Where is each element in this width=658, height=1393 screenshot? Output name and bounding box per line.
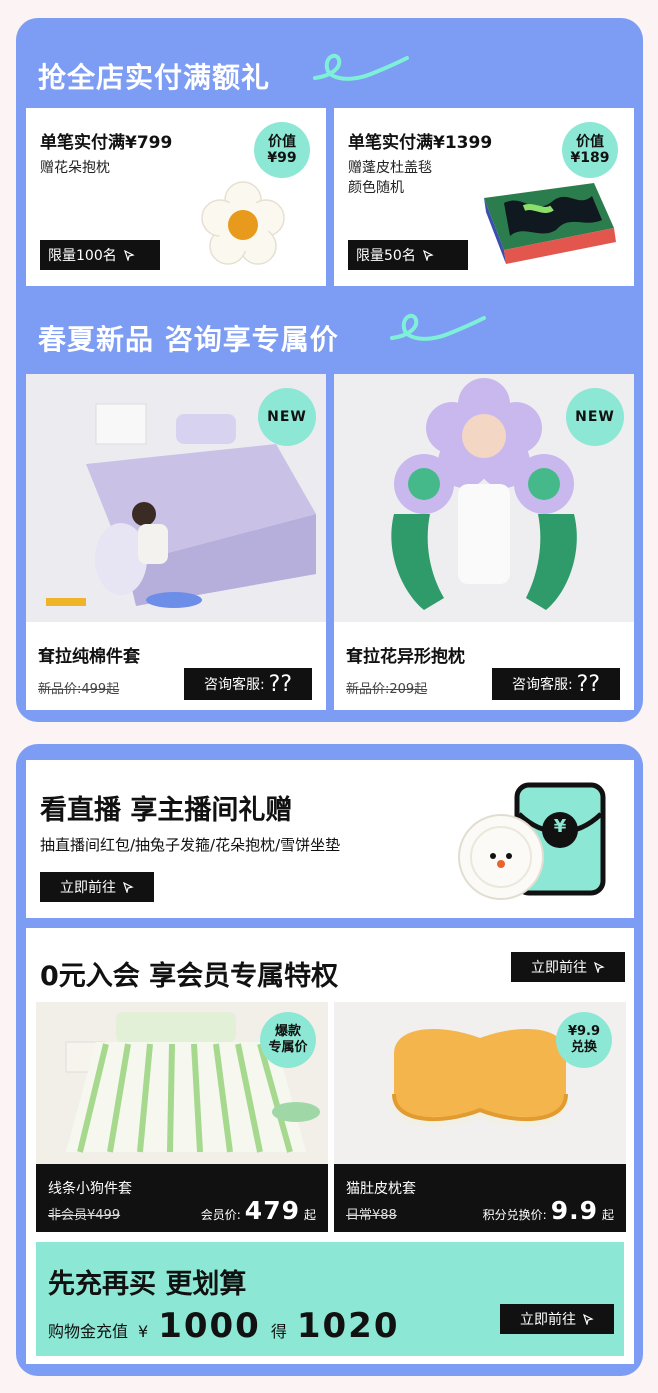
squiggle-decoration — [313, 53, 409, 81]
cursor-icon — [422, 249, 434, 261]
cursor-icon — [123, 249, 135, 261]
recharge-result: 1020 — [296, 1306, 400, 1346]
new-badge: NEW — [566, 388, 624, 446]
member-product-card-dog[interactable]: 爆款 专属价 线条小狗件套 非会员¥499 会员价: 479 起 — [36, 1002, 328, 1232]
gift-desc: 赠花朵抱枕 — [40, 160, 110, 176]
rice-cake-cushion-image — [458, 814, 544, 900]
member-price: 会员价: 479 起 — [200, 1196, 316, 1225]
product-name: 耷拉花异形抱枕 — [346, 647, 465, 667]
new-price-strike: 新品价:209起 — [346, 682, 428, 697]
cursor-icon — [582, 1313, 594, 1325]
product-name: 线条小狗件套 — [48, 1181, 132, 1197]
member-panel: 看直播 享主播间礼赠 抽直播间红包/抽兔子发箍/花朵抱枕/雪饼坐垫 立即前往 ¥… — [16, 744, 643, 1376]
member-go-button[interactable]: 立即前往 — [511, 952, 625, 982]
recharge-banner[interactable]: 先充再买 更划算 购物金充值 ¥ 1000 得 1020 立即前往 — [36, 1242, 624, 1356]
recharge-label: 购物金充值 — [48, 1322, 129, 1341]
gift-card-1399[interactable]: 单笔实付满¥1399 赠蓬皮杜盖毯 颜色随机 价值 ¥189 限量50名 — [334, 108, 634, 286]
live-title: 看直播 享主播间礼赠 — [40, 795, 293, 826]
recharge-amount: 1000 — [158, 1306, 261, 1346]
old-price: 非会员¥499 — [48, 1208, 121, 1223]
get-text: 得 — [270, 1322, 287, 1341]
points-price: 积分兑换价: 9.9 起 — [482, 1196, 614, 1225]
new-product-card-pillow[interactable]: NEW 耷拉花异形抱枕 新品价:209起 咨询客服:?? — [334, 374, 634, 710]
yen-symbol: ¥ — [553, 816, 567, 837]
member-title: 0元入会 享会员专属特权 — [40, 961, 339, 992]
cursor-icon — [593, 961, 605, 973]
gift-card-799[interactable]: 单笔实付满¥799 赠花朵抱枕 价值 ¥99 限量100名 — [26, 108, 326, 286]
blanket-image — [484, 183, 616, 264]
gift-desc: 赠蓬皮杜盖毯 颜色随机 — [348, 160, 432, 196]
consult-button[interactable]: 咨询客服:?? — [492, 668, 620, 700]
product-info-bar: 线条小狗件套 非会员¥499 会员价: 479 起 — [36, 1164, 328, 1232]
flower-pillow-image — [201, 181, 285, 265]
currency-symbol: ¥ — [138, 1322, 149, 1341]
live-go-button[interactable]: 立即前往 — [40, 872, 154, 902]
cursor-icon — [122, 881, 134, 893]
squiggle-decoration — [390, 313, 486, 341]
recharge-offer: 购物金充值 ¥ 1000 得 1020 — [48, 1306, 400, 1346]
new-badge: NEW — [258, 388, 316, 446]
hot-badge: 爆款 专属价 — [260, 1012, 316, 1068]
new-product-card-bedding[interactable]: NEW 耷拉纯棉件套 新品价:499起 咨询客服:?? — [26, 374, 326, 710]
gift-section-title: 抢全店实付满额礼 — [38, 61, 271, 94]
product-info-bar: 猫肚皮枕套 日常¥88 积分兑换价: 9.9 起 — [334, 1164, 626, 1232]
old-price: 日常¥88 — [346, 1208, 397, 1223]
member-product-card-pillowcase[interactable]: ¥9.9 兑换 猫肚皮枕套 日常¥88 积分兑换价: 9.9 起 — [334, 1002, 626, 1232]
value-badge: 价值 ¥99 — [254, 122, 310, 178]
new-price-strike: 新品价:499起 — [38, 682, 120, 697]
limit-button[interactable]: 限量100名 — [40, 240, 160, 270]
consult-button[interactable]: 咨询客服:?? — [184, 668, 312, 700]
gift-title: 单笔实付满¥799 — [40, 133, 173, 153]
live-desc: 抽直播间红包/抽兔子发箍/花朵抱枕/雪饼坐垫 — [40, 836, 341, 854]
new-section-title: 春夏新品 咨询享专属价 — [38, 323, 339, 356]
product-name: 耷拉纯棉件套 — [38, 647, 140, 667]
exchange-badge: ¥9.9 兑换 — [556, 1012, 612, 1068]
recharge-title: 先充再买 更划算 — [48, 1269, 247, 1300]
limit-button[interactable]: 限量50名 — [348, 240, 468, 270]
gift-panel: 抢全店实付满额礼 单笔实付满¥799 赠花朵抱枕 价值 ¥99 限量100名 单笔… — [16, 18, 643, 722]
product-name: 猫肚皮枕套 — [346, 1181, 416, 1197]
recharge-go-button[interactable]: 立即前往 — [500, 1304, 614, 1334]
live-card[interactable]: 看直播 享主播间礼赠 抽直播间红包/抽兔子发箍/花朵抱枕/雪饼坐垫 立即前往 ¥ — [26, 760, 634, 918]
value-badge: 价值 ¥189 — [562, 122, 618, 178]
gift-title: 单笔实付满¥1399 — [348, 133, 493, 153]
